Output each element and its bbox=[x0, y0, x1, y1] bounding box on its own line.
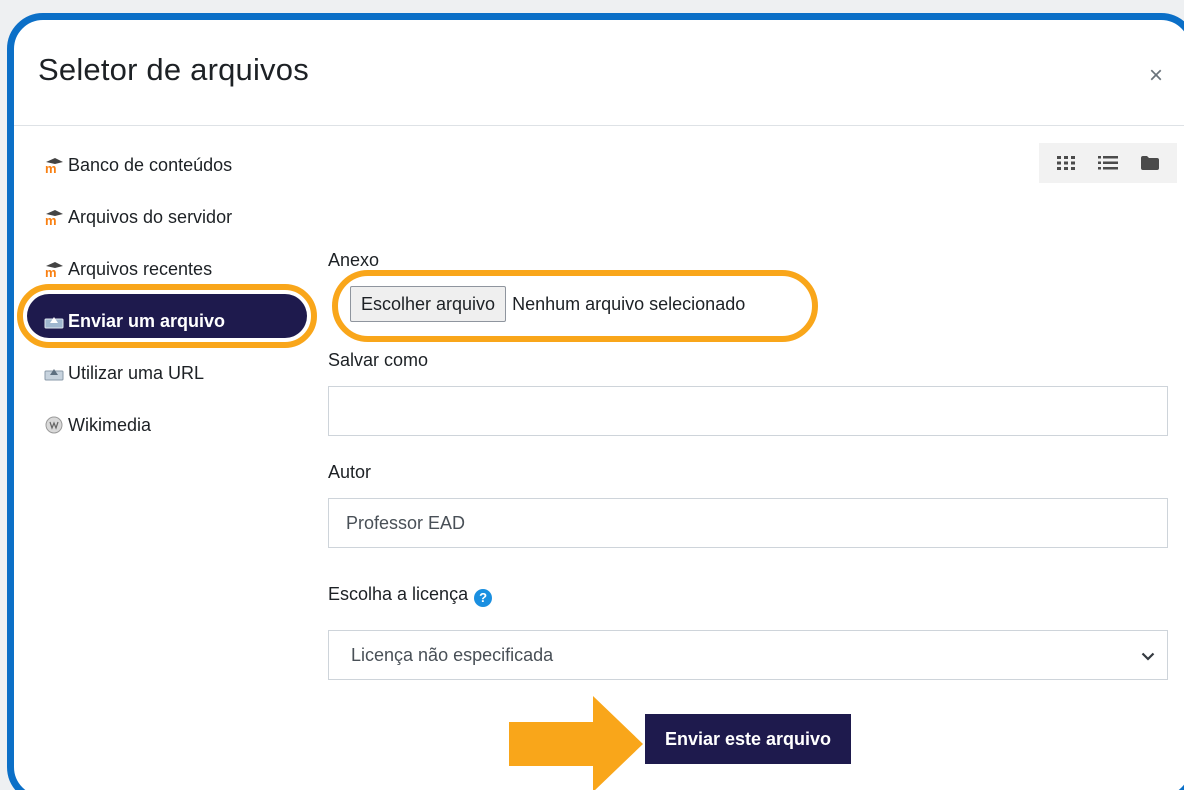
view-toggle-group bbox=[1039, 143, 1177, 183]
url-icon bbox=[44, 363, 64, 383]
folder-view-icon[interactable] bbox=[1137, 150, 1163, 176]
sidebar-item-label: Arquivos do servidor bbox=[68, 206, 233, 227]
submit-upload-button[interactable]: Enviar este arquivo bbox=[645, 714, 851, 764]
pointer-arrow-icon bbox=[509, 696, 643, 790]
file-input: Escolher arquivo Nenhum arquivo selecion… bbox=[350, 286, 745, 322]
author-label: Autor bbox=[328, 462, 372, 482]
dialog-header: Seletor de arquivos × bbox=[14, 20, 1184, 126]
license-label-row: Escolha a licença? bbox=[328, 584, 493, 607]
svg-text:m: m bbox=[45, 213, 57, 225]
svg-text:m: m bbox=[45, 161, 57, 173]
sidebar-item-label: Wikimedia bbox=[68, 414, 152, 435]
sidebar-item-label: Utilizar uma URL bbox=[68, 362, 205, 383]
attachment-label: Anexo bbox=[328, 250, 380, 270]
close-button[interactable]: × bbox=[1144, 64, 1168, 88]
file-status-text: Nenhum arquivo selecionado bbox=[512, 293, 746, 314]
choose-file-button[interactable]: Escolher arquivo bbox=[350, 286, 507, 322]
file-picker-dialog: Seletor de arquivos × m Banco de conteúd… bbox=[7, 13, 1184, 790]
sidebar-item-recent-files[interactable]: m Arquivos recentes bbox=[44, 254, 212, 284]
moodle-icon: m bbox=[44, 259, 64, 279]
sidebar-item-server-files[interactable]: m Arquivos do servidor bbox=[44, 202, 232, 232]
upload-icon bbox=[44, 311, 64, 331]
grid-view-icon[interactable] bbox=[1053, 150, 1079, 176]
svg-text:m: m bbox=[45, 265, 57, 277]
dialog-title: Seletor de arquivos bbox=[38, 52, 309, 87]
sidebar-item-wikimedia[interactable]: Wikimedia bbox=[44, 410, 151, 440]
wikimedia-icon bbox=[44, 415, 64, 435]
sidebar-item-content-bank[interactable]: m Banco de conteúdos bbox=[44, 150, 232, 180]
save-as-input[interactable] bbox=[328, 386, 1168, 436]
moodle-icon: m bbox=[44, 207, 64, 227]
help-icon[interactable]: ? bbox=[474, 588, 493, 607]
sidebar-item-label: Banco de conteúdos bbox=[68, 154, 233, 175]
license-select[interactable]: Licença não especificada bbox=[328, 630, 1168, 680]
sidebar-item-use-url[interactable]: Utilizar uma URL bbox=[44, 358, 204, 388]
license-label: Escolha a licença bbox=[328, 584, 469, 604]
save-as-label: Salvar como bbox=[328, 350, 429, 370]
chevron-down-icon bbox=[1141, 645, 1155, 666]
author-input[interactable]: Professor EAD bbox=[328, 498, 1168, 548]
moodle-icon: m bbox=[44, 155, 64, 175]
sidebar-item-label: Arquivos recentes bbox=[68, 258, 213, 279]
sidebar-item-upload-file[interactable]: Enviar um arquivo bbox=[44, 306, 225, 336]
sidebar-item-label: Enviar um arquivo bbox=[68, 310, 226, 331]
list-view-icon[interactable] bbox=[1095, 150, 1121, 176]
license-selected-value: Licença não especificada bbox=[351, 644, 554, 665]
